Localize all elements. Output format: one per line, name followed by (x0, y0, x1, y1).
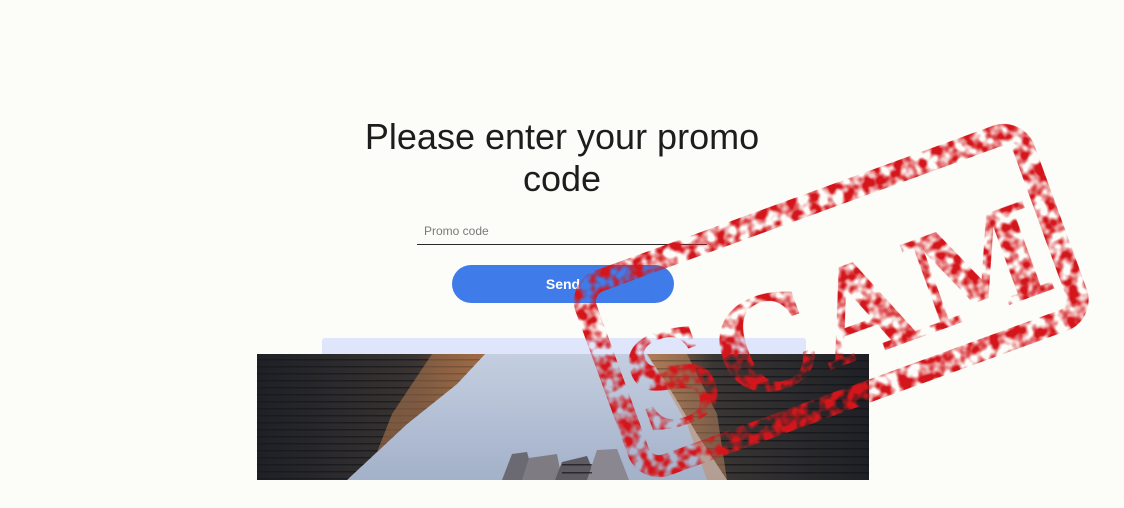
promo-code-input[interactable] (417, 218, 707, 244)
city-skyline-image (257, 354, 869, 480)
page-title: Please enter your promo code (364, 116, 760, 199)
send-button[interactable]: Send (452, 265, 674, 303)
image-top-strip (322, 338, 806, 354)
promo-code-field[interactable] (417, 218, 707, 245)
